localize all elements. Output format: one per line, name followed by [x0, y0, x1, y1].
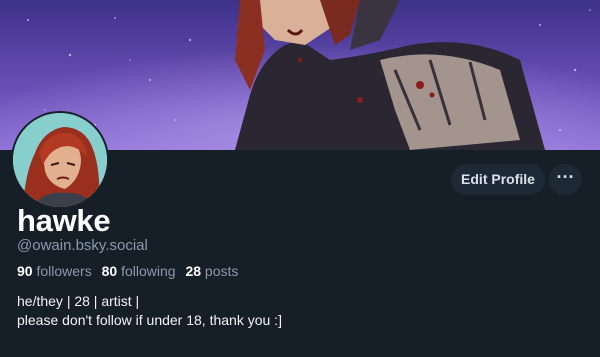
profile-page: Edit Profile ··· hawke @owain.bsky.socia… — [0, 0, 600, 357]
edit-profile-button[interactable]: Edit Profile — [451, 164, 545, 195]
posts-label: posts — [204, 263, 239, 279]
followers-label: followers — [36, 263, 92, 279]
followers-link[interactable]: 90 followers — [17, 263, 92, 279]
profile-bio: he/they | 28 | artist | please don't fol… — [17, 292, 282, 330]
profile-stats: 90 followers 80 following 28 posts — [17, 262, 244, 280]
bio-line: he/they | 28 | artist | — [17, 293, 140, 309]
bio-line: please don't follow if under 18, thank y… — [17, 312, 282, 328]
following-count: 80 — [101, 263, 118, 279]
posts-count-label: 28 posts — [185, 263, 238, 279]
handle: @owain.bsky.social — [17, 237, 148, 254]
following-link[interactable]: 80 following — [102, 263, 176, 279]
display-name: hawke — [17, 203, 111, 238]
more-options-icon: ··· — [556, 167, 575, 187]
avatar[interactable] — [11, 111, 109, 209]
more-options-button[interactable]: ··· — [549, 164, 582, 195]
following-label: following — [121, 263, 176, 279]
avatar-image — [13, 113, 107, 207]
followers-count: 90 — [17, 263, 33, 279]
posts-count: 28 — [185, 263, 202, 279]
